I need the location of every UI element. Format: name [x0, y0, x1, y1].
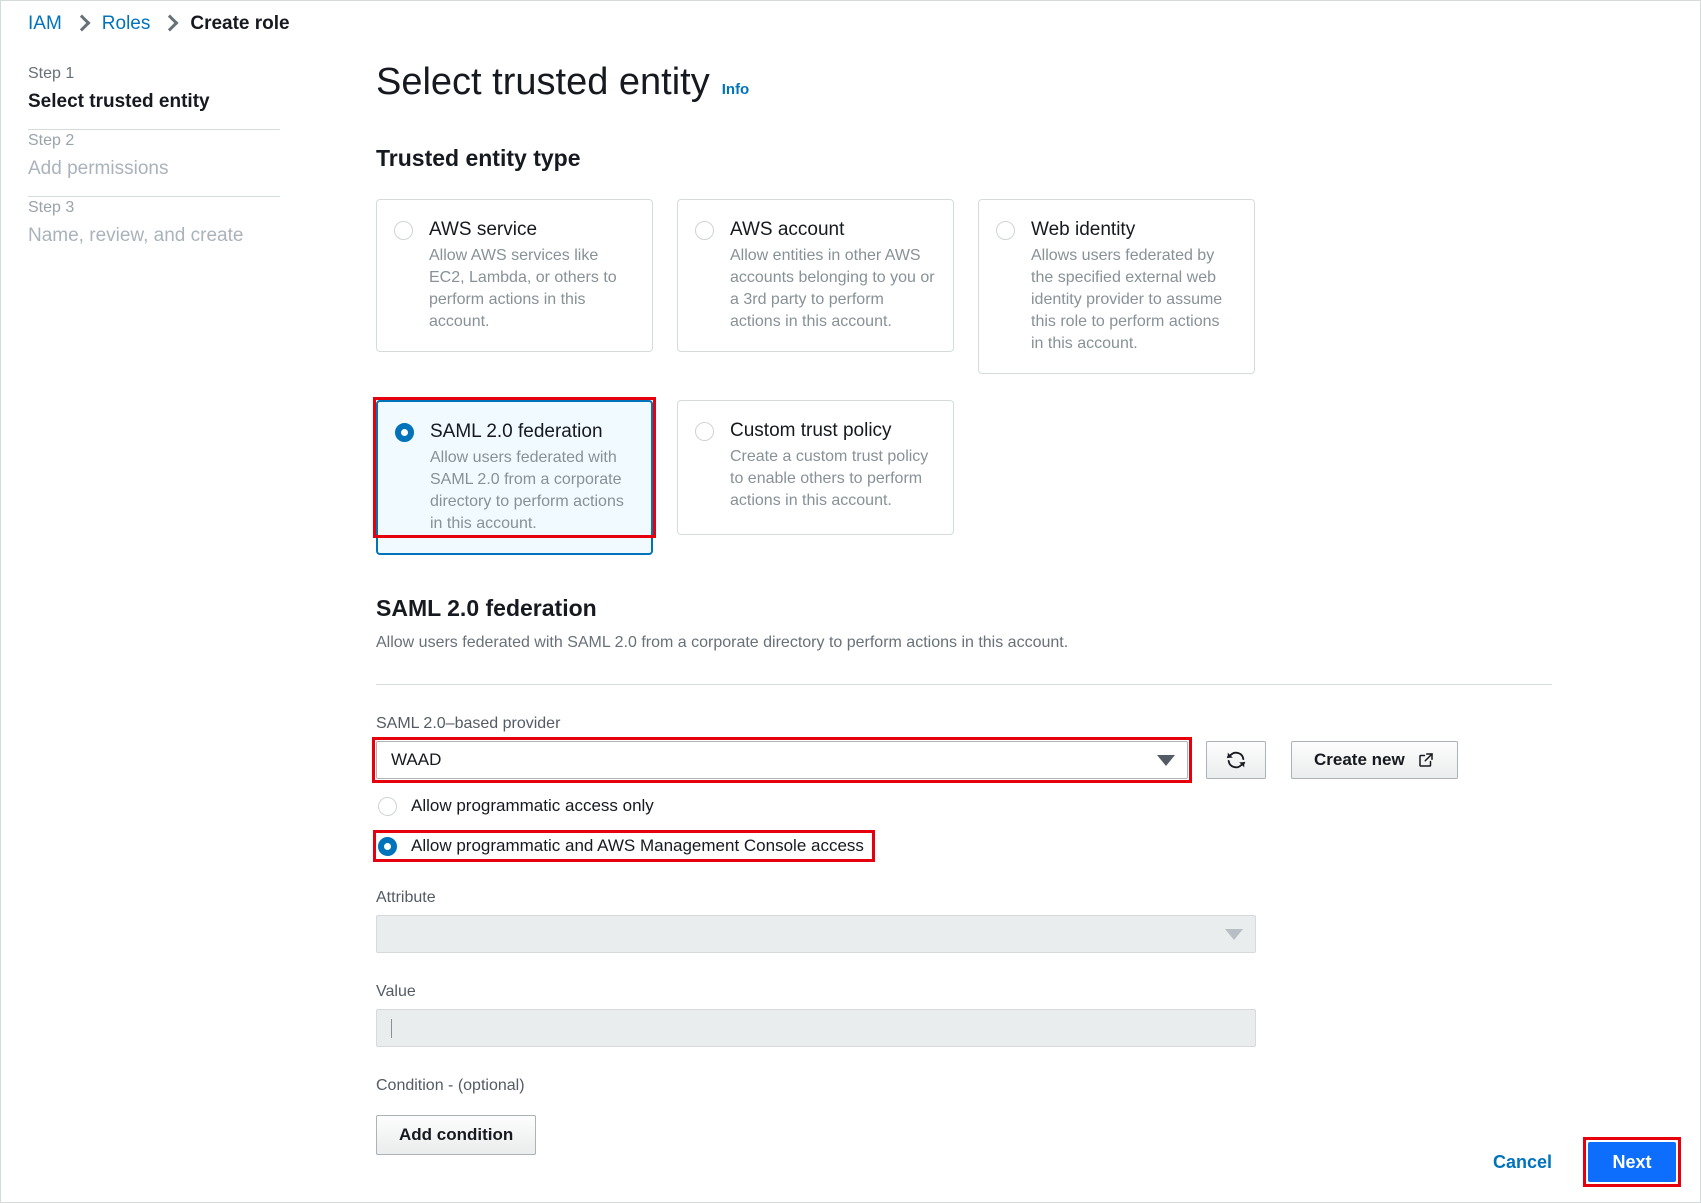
tile-wrap-custom-trust-policy: Custom trust policy Create a custom trus…	[677, 400, 954, 555]
radio-programmatic-only[interactable]	[378, 796, 397, 816]
value-input[interactable]	[376, 1009, 1256, 1047]
access-option-programmatic-only[interactable]: Allow programmatic access only	[376, 793, 662, 819]
page-title: Select trusted entity	[376, 61, 710, 103]
radio-custom-trust-policy[interactable]	[695, 422, 714, 441]
radio-aws-account[interactable]	[695, 221, 714, 240]
chevron-down-icon	[1225, 928, 1243, 940]
option-card-saml-federation[interactable]: SAML 2.0 federation Allow users federate…	[376, 400, 653, 555]
step-item-1[interactable]: Step 1 Select trusted entity	[28, 63, 280, 129]
provider-select-value: WAAD	[391, 750, 442, 769]
option-desc-custom-trust-policy: Create a custom trust policy to enable o…	[730, 448, 929, 509]
next-button[interactable]: Next	[1588, 1142, 1676, 1182]
provider-select-wrap: WAAD	[372, 737, 1192, 783]
option-text-aws-account: AWS account Allow entities in other AWS …	[730, 218, 935, 333]
info-link[interactable]: Info	[722, 81, 750, 98]
chevron-right-icon	[161, 14, 179, 32]
tile-wrap-aws-service: AWS service Allow AWS services like EC2,…	[376, 199, 653, 374]
tile-wrap-saml-federation: SAML 2.0 federation Allow users federate…	[373, 397, 656, 555]
breadcrumb-item-create-role: Create role	[190, 13, 290, 34]
option-card-web-identity[interactable]: Web identity Allows users federated by t…	[978, 199, 1255, 374]
step-1-number: Step 1	[28, 65, 75, 82]
breadcrumb-item-roles[interactable]: Roles	[102, 13, 151, 35]
option-desc-saml-federation: Allow users federated with SAML 2.0 from…	[430, 449, 624, 532]
refresh-button[interactable]	[1206, 741, 1266, 779]
tile-wrap-aws-account: AWS account Allow entities in other AWS …	[677, 199, 954, 374]
provider-row: WAAD Create new	[372, 737, 1676, 783]
radio-programmatic-and-console[interactable]	[378, 836, 397, 856]
option-text-custom-trust-policy: Custom trust policy Create a custom trus…	[730, 419, 935, 512]
option-desc-aws-service: Allow AWS services like EC2, Lambda, or …	[429, 247, 617, 330]
option-card-aws-service[interactable]: AWS service Allow AWS services like EC2,…	[376, 199, 653, 352]
refresh-icon	[1226, 751, 1246, 769]
wizard-footer: Cancel Next	[1475, 1137, 1681, 1187]
wizard-steps: Step 1 Select trusted entity Step 2 Add …	[28, 63, 280, 263]
main-content: Select trusted entity Info Trusted entit…	[372, 1, 1676, 1155]
trusted-entity-tiles-row-2: SAML 2.0 federation Allow users federate…	[373, 397, 1676, 555]
step-2-number: Step 2	[28, 132, 75, 149]
create-new-button[interactable]: Create new	[1291, 741, 1458, 779]
chevron-down-icon	[1157, 754, 1175, 766]
option-desc-aws-account: Allow entities in other AWS accounts bel…	[730, 247, 935, 330]
breadcrumb: IAM Roles Create role	[28, 11, 290, 37]
access-option-programmatic-and-console-label: Allow programmatic and AWS Management Co…	[411, 836, 864, 855]
breadcrumb-item-iam[interactable]: IAM	[28, 13, 62, 35]
attribute-field-label: Attribute	[376, 889, 436, 906]
saml-section-heading: SAML 2.0 federation	[376, 595, 597, 621]
option-label-web-identity: Web identity	[1031, 219, 1136, 240]
step-3-label: Name, review, and create	[28, 225, 244, 246]
option-label-aws-service: AWS service	[429, 219, 538, 240]
attribute-select[interactable]	[376, 915, 1256, 953]
step-2-label: Add permissions	[28, 158, 169, 179]
create-new-button-label: Create new	[1314, 750, 1405, 769]
radio-aws-service[interactable]	[394, 221, 413, 240]
radio-web-identity[interactable]	[996, 221, 1015, 240]
trusted-entity-tiles-row-1: AWS service Allow AWS services like EC2,…	[376, 199, 1676, 374]
add-condition-button[interactable]: Add condition	[376, 1115, 537, 1155]
access-option-programmatic-and-console[interactable]: Allow programmatic and AWS Management Co…	[373, 830, 875, 862]
option-text-web-identity: Web identity Allows users federated by t…	[1031, 218, 1236, 355]
provider-select[interactable]: WAAD	[376, 741, 1188, 779]
trusted-entity-type-heading: Trusted entity type	[376, 145, 581, 171]
option-label-custom-trust-policy: Custom trust policy	[730, 420, 892, 441]
tile-wrap-web-identity: Web identity Allows users federated by t…	[978, 199, 1255, 374]
radio-saml-federation[interactable]	[395, 423, 414, 442]
page-title-row: Select trusted entity Info	[376, 59, 1676, 105]
condition-field-label: Condition - (optional)	[376, 1077, 525, 1094]
option-card-custom-trust-policy[interactable]: Custom trust policy Create a custom trus…	[677, 400, 954, 535]
option-label-saml-federation: SAML 2.0 federation	[430, 421, 603, 442]
external-link-icon	[1418, 753, 1433, 767]
section-divider	[376, 684, 1552, 685]
step-3-number: Step 3	[28, 199, 75, 216]
create-role-page: IAM Roles Create role Step 1 Select trus…	[0, 0, 1701, 1203]
chevron-right-icon	[73, 14, 91, 32]
step-item-3[interactable]: Step 3 Name, review, and create	[28, 197, 280, 263]
cancel-button[interactable]: Cancel	[1475, 1152, 1570, 1173]
next-button-wrap: Next	[1583, 1137, 1681, 1187]
saml-section-description: Allow users federated with SAML 2.0 from…	[376, 634, 1069, 651]
step-1-label: Select trusted entity	[28, 91, 210, 112]
access-option-programmatic-only-label: Allow programmatic access only	[411, 796, 654, 815]
option-text-aws-service: AWS service Allow AWS services like EC2,…	[429, 218, 634, 333]
text-cursor	[391, 1018, 392, 1038]
step-item-2[interactable]: Step 2 Add permissions	[28, 130, 280, 196]
option-text-saml-federation: SAML 2.0 federation Allow users federate…	[430, 420, 633, 535]
option-desc-web-identity: Allows users federated by the specified …	[1031, 247, 1223, 352]
option-card-aws-account[interactable]: AWS account Allow entities in other AWS …	[677, 199, 954, 352]
value-field-label: Value	[376, 983, 416, 1000]
option-label-aws-account: AWS account	[730, 219, 845, 240]
provider-field-label: SAML 2.0–based provider	[376, 715, 561, 732]
